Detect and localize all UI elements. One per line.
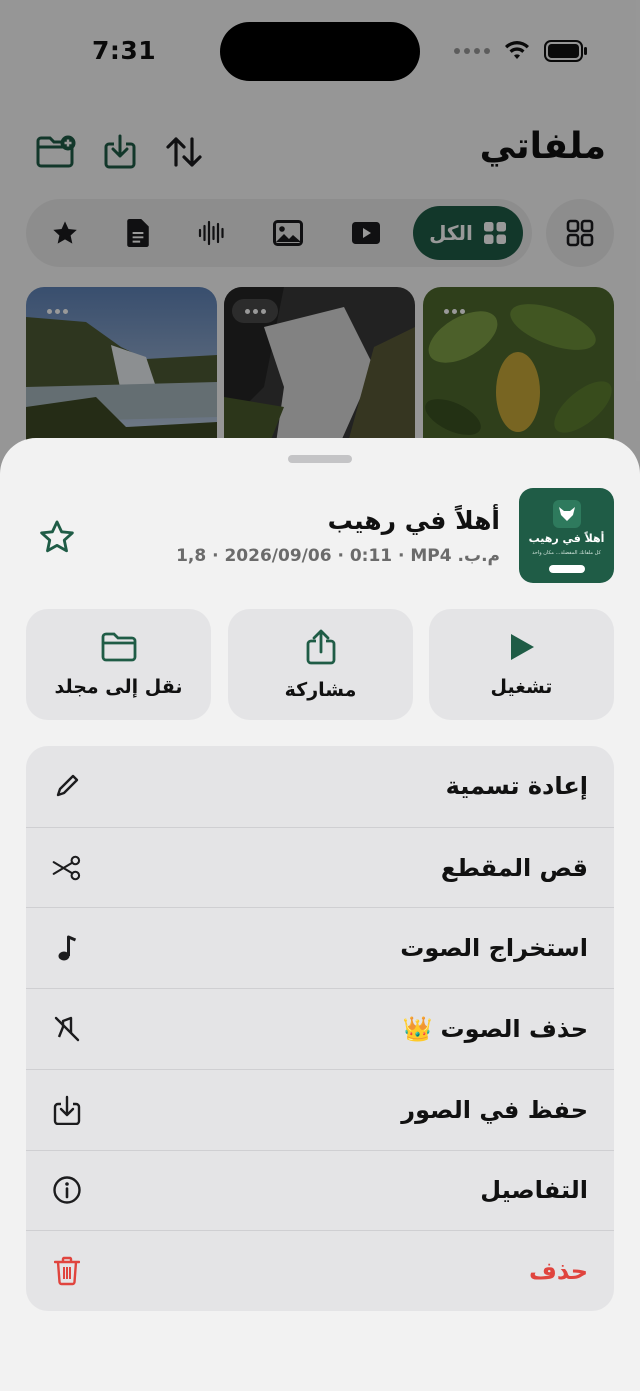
share-label: مشاركة [284,678,357,701]
star-outline-icon [40,520,74,553]
crown-icon: 👑 [402,1014,433,1043]
folder-icon [101,632,136,661]
scissors-icon [52,853,82,883]
actions-menu: إعادة تسمية قص المقطع استخراج الصوت حذف … [26,746,614,1311]
play-button[interactable]: تشغيل [429,609,614,720]
preview-title: أهلاً في رهيب [528,532,605,545]
trash-icon [52,1256,82,1286]
preview-subtitle: كل ملفاتك المفضلة… مكان واحد [532,550,601,556]
remove-audio-label-wrap: حذف الصوت 👑 [403,1015,588,1043]
no-sound-icon [52,1014,82,1044]
sheet-grabber[interactable] [288,455,352,463]
rename-item[interactable]: إعادة تسمية [26,746,614,827]
file-preview-thumbnail: أهلاً في رهيب كل ملفاتك المفضلة… مكان وا… [519,488,614,583]
details-item[interactable]: التفاصيل [26,1149,614,1231]
favorite-button[interactable] [36,516,78,558]
delete-label: حذف [528,1257,588,1286]
preview-button [549,565,585,573]
save-to-photos-label: حفظ في الصور [401,1095,588,1124]
info-icon [52,1175,82,1205]
fox-logo-icon [553,500,581,528]
extract-audio-label: استخراج الصوت [400,934,588,963]
save-download-icon [52,1095,82,1125]
move-to-folder-label: نقل إلى مجلد [54,675,183,698]
play-label: تشغيل [490,675,553,698]
file-meta: م.ب. ‎1,8 · 2026/09/06 · 0:11 · MP4 [176,546,500,566]
remove-audio-label: حذف الصوت [440,1014,588,1043]
rename-label: إعادة تسمية [445,772,588,801]
share-icon [306,629,335,664]
move-to-folder-button[interactable]: نقل إلى مجلد [26,609,211,720]
play-icon [510,633,534,660]
remove-audio-item[interactable]: حذف الصوت 👑 [26,988,614,1069]
file-title: أهلاً في رهيب [327,506,500,535]
trim-clip-item[interactable]: قص المقطع [26,826,614,908]
extract-audio-item[interactable]: استخراج الصوت [26,907,614,988]
share-button[interactable]: مشاركة [228,609,413,720]
details-label: التفاصيل [480,1176,588,1205]
file-actions-sheet: أهلاً في رهيب كل ملفاتك المفضلة… مكان وا… [0,438,640,1391]
trim-clip-label: قص المقطع [440,853,588,882]
music-note-icon [52,933,82,963]
save-to-photos-item[interactable]: حفظ في الصور [26,1068,614,1150]
delete-item[interactable]: حذف [26,1230,614,1311]
pencil-icon [52,771,82,801]
